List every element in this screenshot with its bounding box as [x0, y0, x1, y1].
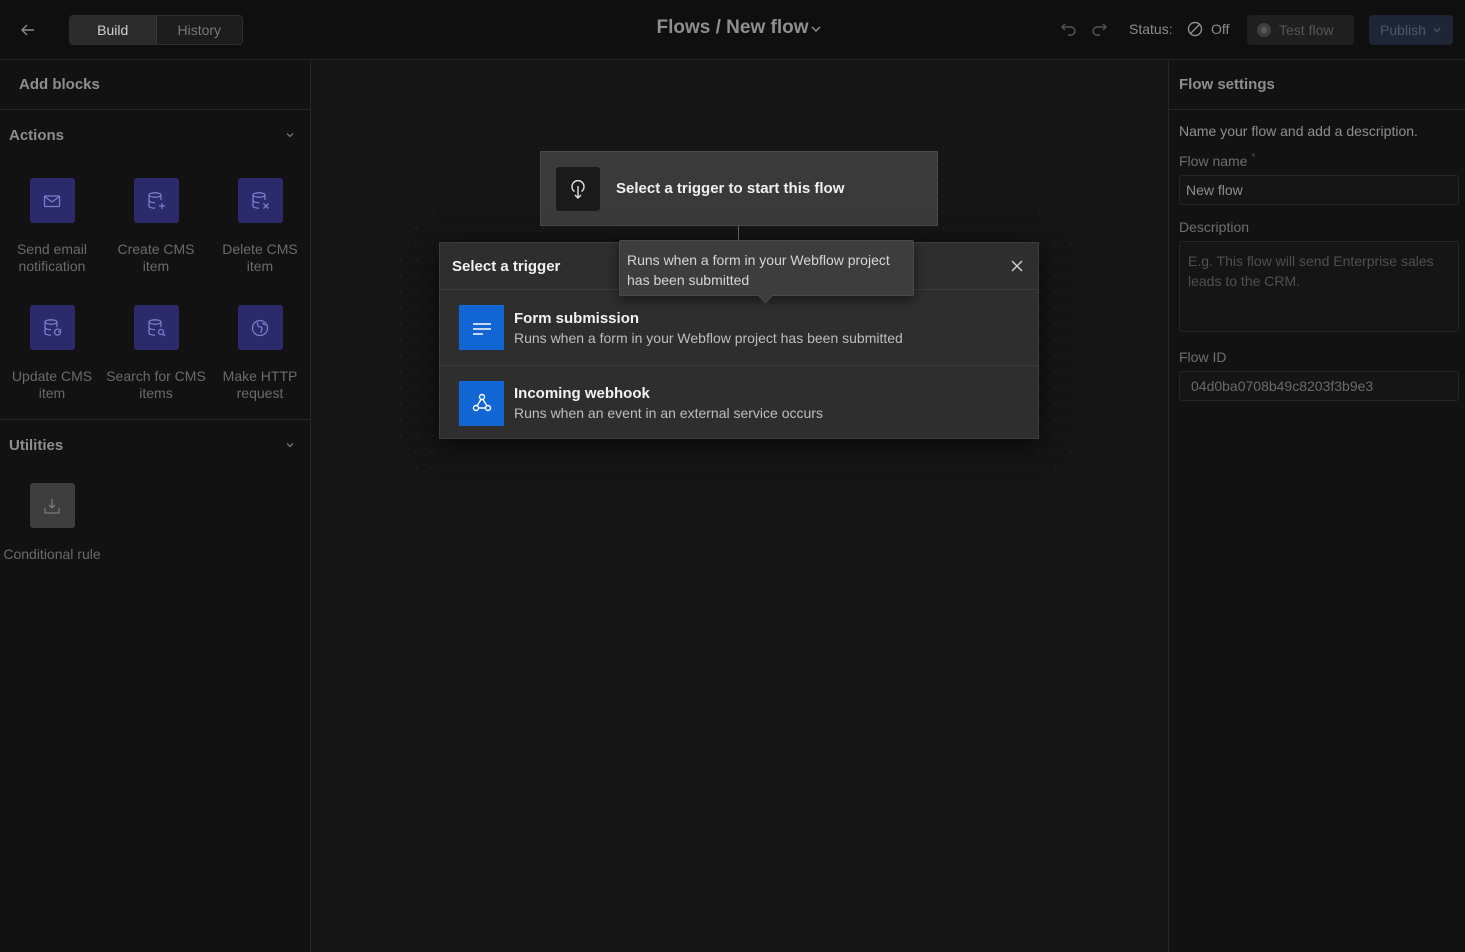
redo-icon[interactable]: [1090, 20, 1110, 40]
description-label: Description: [1179, 219, 1250, 235]
block-create-cms-item[interactable]: Create CMS item: [104, 160, 208, 287]
section-title: Actions: [9, 126, 65, 144]
test-flow-button[interactable]: Test flow: [1247, 15, 1354, 45]
trigger-bolt-icon: [556, 166, 600, 211]
chevron-down-icon[interactable]: [809, 22, 825, 38]
block-conditional-rule[interactable]: Conditional rule: [0, 470, 104, 597]
block-label: Create CMS item: [117, 241, 195, 274]
close-icon[interactable]: [1008, 257, 1026, 275]
flow-name-label-text: Flow name: [1179, 153, 1248, 169]
section-utilities-header[interactable]: Utilities: [0, 420, 310, 470]
webhook-icon: [459, 380, 504, 426]
branch-icon: [29, 483, 75, 528]
section-actions-header[interactable]: Actions: [0, 110, 310, 160]
option-description: Runs when an event in an external servic…: [514, 405, 823, 421]
flow-name-label: Flow name *: [1179, 152, 1457, 169]
database-search-icon: [133, 305, 179, 350]
flow-name-input[interactable]: [1179, 175, 1459, 205]
block-delete-cms-item[interactable]: Delete CMS item: [208, 160, 312, 287]
chevron-down-icon: [286, 133, 294, 138]
off-circle-icon: [1187, 21, 1203, 37]
option-description: Runs when a form in your Webflow project…: [514, 329, 903, 346]
option-tooltip: Runs when a form in your Webflow project…: [619, 240, 914, 296]
chevron-down-icon: [286, 443, 294, 448]
required-marker: *: [1251, 152, 1256, 163]
form-lines-icon: [459, 305, 504, 350]
block-update-cms-item[interactable]: Update CMS item: [0, 287, 104, 414]
tab-build[interactable]: Build: [70, 16, 157, 44]
undo-icon[interactable]: [1060, 20, 1080, 40]
globe-icon: [237, 305, 283, 350]
database-refresh-icon: [29, 305, 75, 350]
block-label: Search for CMS items: [106, 368, 206, 401]
block-label: Delete CMS item: [222, 241, 298, 274]
view-toggle: Build History: [69, 15, 243, 45]
trigger-option-incoming-webhook[interactable]: Incoming webhook Runs when an event in a…: [440, 365, 1038, 440]
description-input[interactable]: [1179, 241, 1459, 332]
option-title: Incoming webhook: [514, 385, 650, 402]
panel-title: Flow settings: [1169, 60, 1465, 110]
mail-icon: [29, 178, 75, 223]
flow-settings-panel: Flow settings Name your flow and add a d…: [1168, 60, 1465, 952]
test-flow-label: Test flow: [1279, 22, 1334, 38]
settings-intro: Name your flow and add a description.: [1179, 123, 1418, 139]
flow-id-field[interactable]: [1179, 371, 1459, 401]
database-x-icon: [237, 178, 283, 223]
utilities-grid: Conditional rule: [0, 470, 310, 597]
chevron-down-icon: [1433, 28, 1441, 33]
publish-button[interactable]: Publish: [1369, 15, 1453, 45]
panel-title: Add blocks: [0, 60, 310, 110]
trigger-option-form-submission[interactable]: Form submission Runs when a form in your…: [440, 290, 1038, 365]
database-plus-icon: [133, 178, 179, 223]
status-label: Status:: [1129, 21, 1173, 37]
back-arrow-icon[interactable]: [14, 16, 42, 44]
block-send-email[interactable]: Send email notification: [0, 160, 104, 287]
block-label: Make HTTP request: [222, 368, 298, 401]
flow-id-label: Flow ID: [1179, 349, 1227, 365]
status-value[interactable]: Off: [1211, 21, 1229, 37]
section-title: Utilities: [9, 436, 64, 454]
add-blocks-panel: Add blocks Actions Send email notificati…: [0, 60, 311, 952]
publish-label: Publish: [1380, 22, 1426, 38]
block-label: Send email notification: [16, 241, 88, 274]
trigger-placeholder-card[interactable]: Select a trigger to start this flow: [540, 151, 938, 226]
play-icon: [1257, 23, 1271, 37]
trigger-card-text: Select a trigger to start this flow: [616, 180, 845, 197]
actions-grid: Send email notification Create CMS item …: [0, 160, 310, 414]
block-http-request[interactable]: Make HTTP request: [208, 287, 312, 414]
tab-history[interactable]: History: [157, 16, 243, 44]
top-bar: Build History Flows / New flow Status: O…: [0, 0, 1465, 60]
block-label: Conditional rule: [3, 546, 101, 562]
block-label: Update CMS item: [11, 368, 93, 401]
option-title: Form submission: [514, 309, 640, 327]
block-search-cms-items[interactable]: Search for CMS items: [104, 287, 208, 414]
